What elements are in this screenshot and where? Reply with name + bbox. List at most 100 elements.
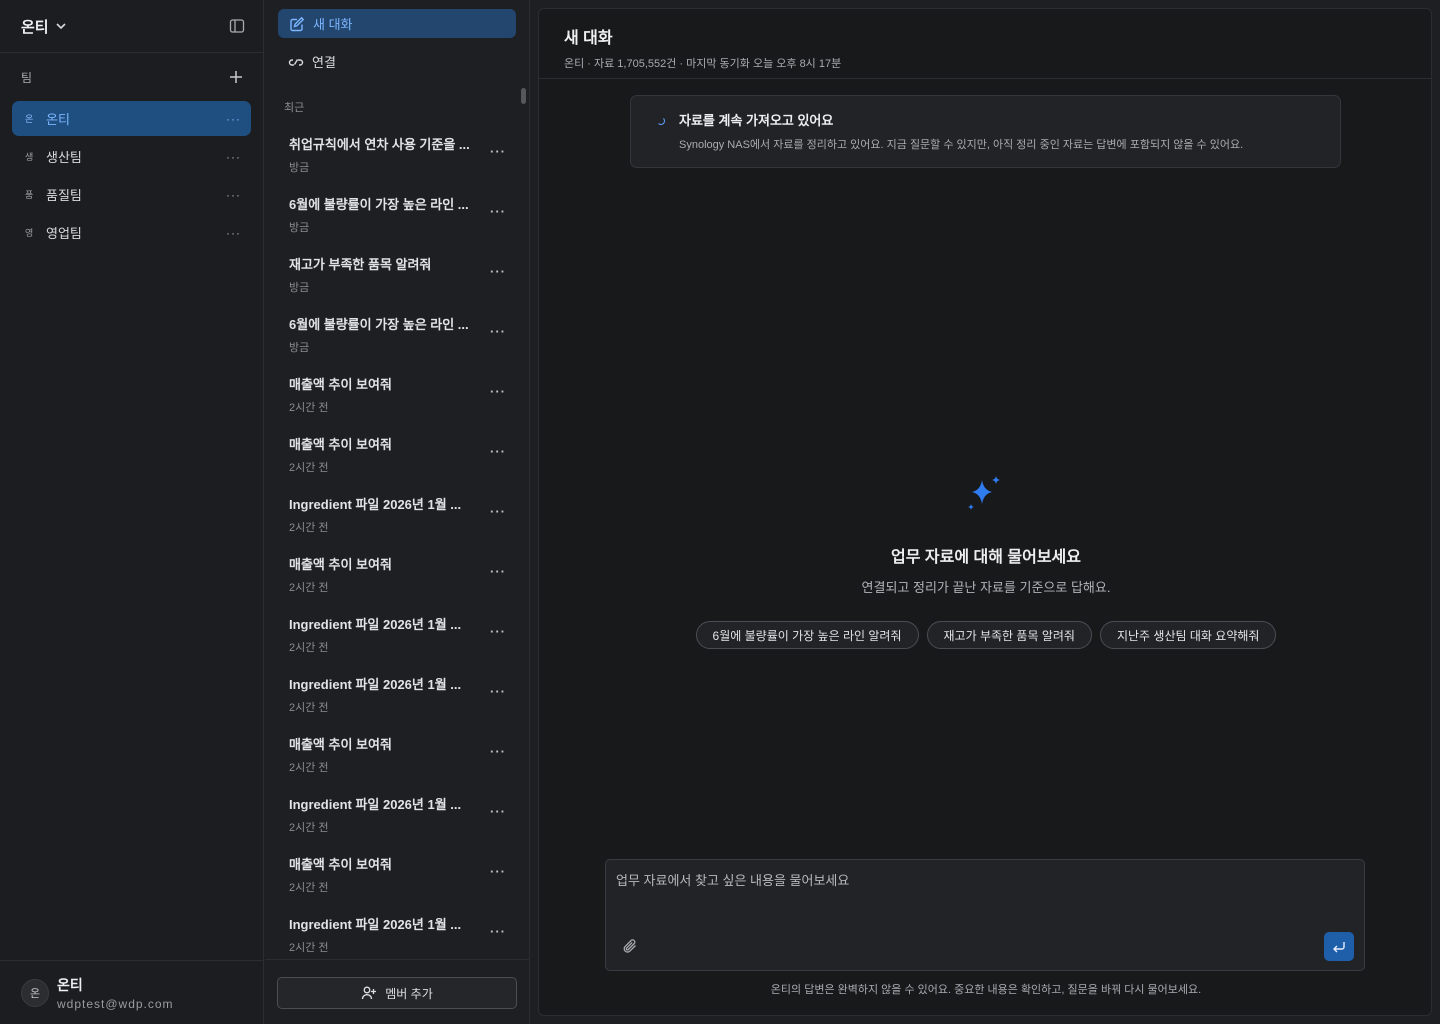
suggestion-chip[interactable]: 재고가 부족한 품목 알려줘 [926, 621, 1092, 649]
user-profile[interactable]: 온 온티 wdptest@wdp.com [0, 960, 263, 1024]
link-icon [288, 58, 304, 66]
sidebar-item-team-production[interactable]: 생 생산팀 ··· [12, 139, 251, 174]
conversation-list: 취업규칙에서 연차 사용 기준을 ... 방금 ··· 6월에 불량률이 가장 높은… [265, 122, 530, 958]
list-item[interactable]: Ingredient 파일 2026년 1월 ... 2시간 전 ··· [265, 782, 530, 842]
more-icon[interactable]: ··· [490, 804, 506, 819]
list-item[interactable]: 매출액 추이 보여줘 2시간 전 ··· [265, 542, 530, 602]
add-member-label: 멤버 추가 [385, 986, 433, 1001]
conversation-title: Ingredient 파일 2026년 1월 ... [289, 497, 462, 512]
team-abbr: 생 [25, 152, 34, 162]
list-item[interactable]: Ingredient 파일 2026년 1월 ... 2시간 전 ··· [265, 662, 530, 722]
edit-icon [290, 16, 305, 31]
attach-icon[interactable] [622, 938, 638, 957]
chevron-down-icon [56, 23, 66, 30]
disclaimer: 온티의 답변은 완벽하지 않을 수 있어요. 중요한 내용은 확인하고, 질문을… [770, 984, 1202, 996]
recent-label: 최근 [284, 102, 305, 114]
conversation-time: 방금 [289, 162, 310, 174]
more-icon[interactable]: ··· [490, 924, 506, 939]
more-icon[interactable]: ··· [490, 684, 506, 699]
list-item[interactable]: 매출액 추이 보여줘 2시간 전 ··· [265, 362, 530, 422]
team-abbr: 영 [25, 228, 34, 238]
team-name: 품질팀 [46, 188, 82, 203]
user-email: wdptest@wdp.com [57, 996, 174, 1011]
new-chat-label: 새 대화 [313, 17, 353, 32]
conversation-title: 6월에 불량률이 가장 높은 라인 ... [289, 317, 469, 332]
notice-text: Synology NAS에서 자료를 정리하고 있어요. 지금 질문할 수 있지… [679, 139, 1244, 151]
suggestion-chip[interactable]: 지난주 생산팀 대화 요약해줘 [1099, 621, 1277, 649]
list-item[interactable]: 6월에 불량률이 가장 높은 라인 ... 방금 ··· [265, 302, 530, 362]
conversation-title: 재고가 부족한 품목 알려줘 [289, 257, 432, 272]
list-item[interactable]: 6월에 불량률이 가장 높은 라인 ... 방금 ··· [265, 182, 530, 242]
conversation-title: Ingredient 파일 2026년 1월 ... [289, 617, 462, 632]
more-icon[interactable]: ··· [490, 384, 506, 399]
more-icon[interactable]: ··· [490, 204, 506, 219]
scrollbar-thumb[interactable] [521, 88, 526, 104]
add-team-icon[interactable] [229, 70, 243, 84]
team-abbr: 온 [25, 114, 34, 124]
conversation-title: 매출액 추이 보여줘 [289, 737, 392, 752]
conversation-title: Ingredient 파일 2026년 1월 ... [289, 677, 462, 692]
more-icon[interactable]: ··· [490, 324, 506, 339]
more-icon[interactable]: ··· [226, 226, 241, 240]
list-item[interactable]: 재고가 부족한 품목 알려줘방금 ··· [265, 242, 530, 302]
conversation-time: 2시간 전 [289, 582, 329, 594]
team-name: 온티 [46, 112, 70, 127]
chat-header: 새 대화 온티 · 자료 1,705,552건 · 마지막 동기화 오늘 오후 … [539, 9, 1431, 79]
conversation-time: 2시간 전 [289, 642, 329, 654]
conversation-title: Ingredient 파일 2026년 1월 ... [289, 797, 462, 812]
connect-button[interactable]: 연결 [278, 47, 516, 76]
sync-notice: 자료를 계속 가져오고 있어요 Synology NAS에서 자료를 정리하고 … [630, 95, 1341, 168]
conversation-title: 매출액 추이 보여줘 [289, 857, 392, 872]
more-icon[interactable]: ··· [490, 144, 506, 159]
notice-title: 자료를 계속 가져오고 있어요 [679, 113, 834, 128]
workspace-switcher[interactable]: 온티 [21, 16, 67, 37]
more-icon[interactable]: ··· [490, 564, 506, 579]
conversation-title: Ingredient 파일 2026년 1월 ... [289, 917, 462, 932]
conversation-time: 2시간 전 [289, 942, 329, 954]
empty-title: 업무 자료에 대해 물어보세요 [891, 549, 1081, 566]
loading-spinner-icon [657, 117, 665, 125]
sidebar-toggle-icon[interactable] [229, 18, 245, 34]
team-name: 생산팀 [46, 150, 82, 165]
user-info: 온티 wdptest@wdp.com [57, 975, 174, 1011]
conversation-time: 2시간 전 [289, 762, 329, 774]
list-item[interactable]: 매출액 추이 보여줘 2시간 전 ··· [265, 722, 530, 782]
team-name: 영업팀 [46, 226, 82, 241]
list-item[interactable]: Ingredient 파일 2026년 1월 ... 2시간 전 ··· [265, 482, 530, 542]
conversation-time: 2시간 전 [289, 462, 329, 474]
send-button[interactable] [1324, 932, 1354, 961]
more-icon[interactable]: ··· [490, 864, 506, 879]
add-member-button[interactable]: 멤버 추가 [277, 977, 517, 1009]
message-input[interactable] [616, 870, 1336, 930]
more-icon[interactable]: ··· [226, 188, 241, 202]
page-title: 새 대화 [564, 30, 613, 47]
list-item[interactable]: Ingredient 파일 2026년 1월 ... 2시간 전 ··· [265, 902, 530, 958]
more-icon[interactable]: ··· [490, 264, 506, 279]
more-icon[interactable]: ··· [490, 504, 506, 519]
conversation-time: 방금 [289, 342, 310, 354]
page-subtitle: 온티 · 자료 1,705,552건 · 마지막 동기화 오늘 오후 8시 17… [564, 58, 842, 70]
sidebar-item-team-onti[interactable]: 온 온티 ··· [12, 101, 251, 136]
conversation-time: 2시간 전 [289, 402, 329, 414]
more-icon[interactable]: ··· [490, 744, 506, 759]
conversation-sidebar: 새 대화 연결 최근 취업규칙에서 연차 사용 기준을 ... 방금 ··· 6월에… [265, 0, 530, 1024]
list-item[interactable]: Ingredient 파일 2026년 1월 ... 2시간 전 ··· [265, 602, 530, 662]
conversation-time: 방금 [289, 222, 310, 234]
conversation-time: 방금 [289, 282, 310, 294]
list-item[interactable]: 매출액 추이 보여줘 2시간 전 ··· [265, 842, 530, 902]
more-icon[interactable]: ··· [226, 112, 241, 126]
list-item[interactable]: 매출액 추이 보여줘 2시간 전 ··· [265, 422, 530, 482]
more-icon[interactable]: ··· [490, 444, 506, 459]
conversation-time: 2시간 전 [289, 522, 329, 534]
more-icon[interactable]: ··· [226, 150, 241, 164]
sidebar-item-team-quality[interactable]: 품 품질팀 ··· [12, 177, 251, 212]
new-chat-button[interactable]: 새 대화 [278, 9, 516, 38]
more-icon[interactable]: ··· [490, 624, 506, 639]
list-item[interactable]: 취업규칙에서 연차 사용 기준을 ... 방금 ··· [265, 122, 530, 182]
connect-label: 연결 [312, 55, 336, 70]
suggestion-chip[interactable]: 6월에 불량률이 가장 높은 라인 알려줘 [695, 621, 919, 649]
sidebar-item-team-sales[interactable]: 영 영업팀 ··· [12, 215, 251, 250]
enter-icon [1333, 941, 1345, 952]
user-name: 온티 [57, 976, 83, 993]
conversation-title: 6월에 불량률이 가장 높은 라인 ... [289, 197, 469, 212]
